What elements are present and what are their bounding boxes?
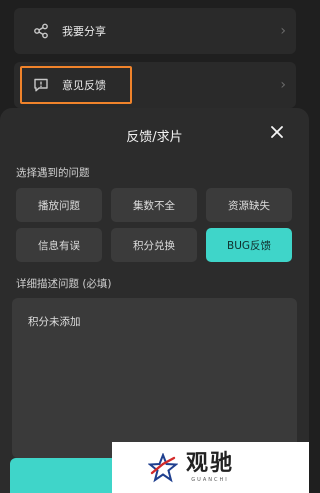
option-resource-missing[interactable]: 资源缺失 bbox=[206, 188, 292, 222]
detail-text: 积分未添加 bbox=[28, 316, 81, 328]
menu-item-feedback-label: 意见反馈 bbox=[62, 79, 106, 92]
menu-item-share[interactable]: 我要分享 › bbox=[14, 8, 296, 54]
option-bug-report[interactable]: BUG反馈 bbox=[206, 228, 292, 262]
chevron-right-icon: › bbox=[280, 77, 286, 93]
option-episodes-incomplete[interactable]: 集数不全 bbox=[111, 188, 197, 222]
option-points-redeem[interactable]: 积分兑换 bbox=[111, 228, 197, 262]
close-button[interactable] bbox=[267, 122, 287, 142]
menu-item-share-label: 我要分享 bbox=[62, 25, 106, 38]
watermark-en: GUANCHI bbox=[191, 477, 229, 483]
star-logo-icon bbox=[148, 452, 178, 482]
watermark-cn: 观驰 bbox=[186, 451, 235, 476]
option-info-error[interactable]: 信息有误 bbox=[16, 228, 102, 262]
feedback-icon bbox=[32, 76, 50, 94]
watermark-logo: 观驰 GUANCHI bbox=[112, 442, 309, 493]
choose-problem-label: 选择遇到的问题 bbox=[16, 167, 90, 179]
feedback-sheet: 反馈/求片 选择遇到的问题 播放问题 集数不全 资源缺失 信息有误 积分兑换 B… bbox=[0, 108, 309, 493]
share-icon bbox=[32, 22, 50, 40]
close-icon bbox=[271, 126, 283, 138]
detail-label: 详细描述问题 (必填) bbox=[16, 278, 112, 290]
option-playback[interactable]: 播放问题 bbox=[16, 188, 102, 222]
sheet-title: 反馈/求片 bbox=[126, 130, 183, 145]
menu-item-feedback[interactable]: 意见反馈 › bbox=[14, 62, 296, 108]
chevron-right-icon: › bbox=[280, 23, 286, 39]
detail-textarea[interactable]: 积分未添加 bbox=[12, 298, 297, 458]
